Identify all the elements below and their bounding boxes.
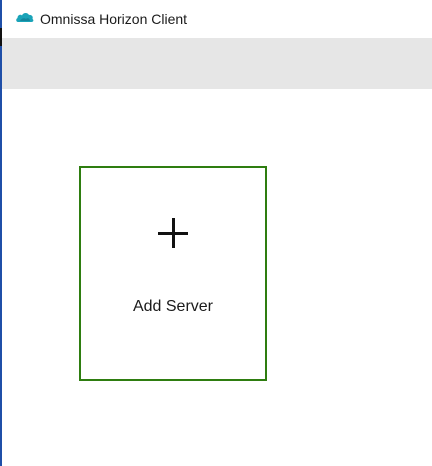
add-server-label: Add Server (132, 298, 214, 315)
title-bar[interactable]: Omnissa Horizon Client (2, 0, 432, 38)
omnissa-cloud-icon (15, 10, 35, 26)
plus-icon (158, 218, 188, 248)
toolbar (2, 38, 432, 89)
window-title: Omnissa Horizon Client (40, 11, 188, 27)
add-server-button[interactable]: Add Server (79, 166, 267, 381)
